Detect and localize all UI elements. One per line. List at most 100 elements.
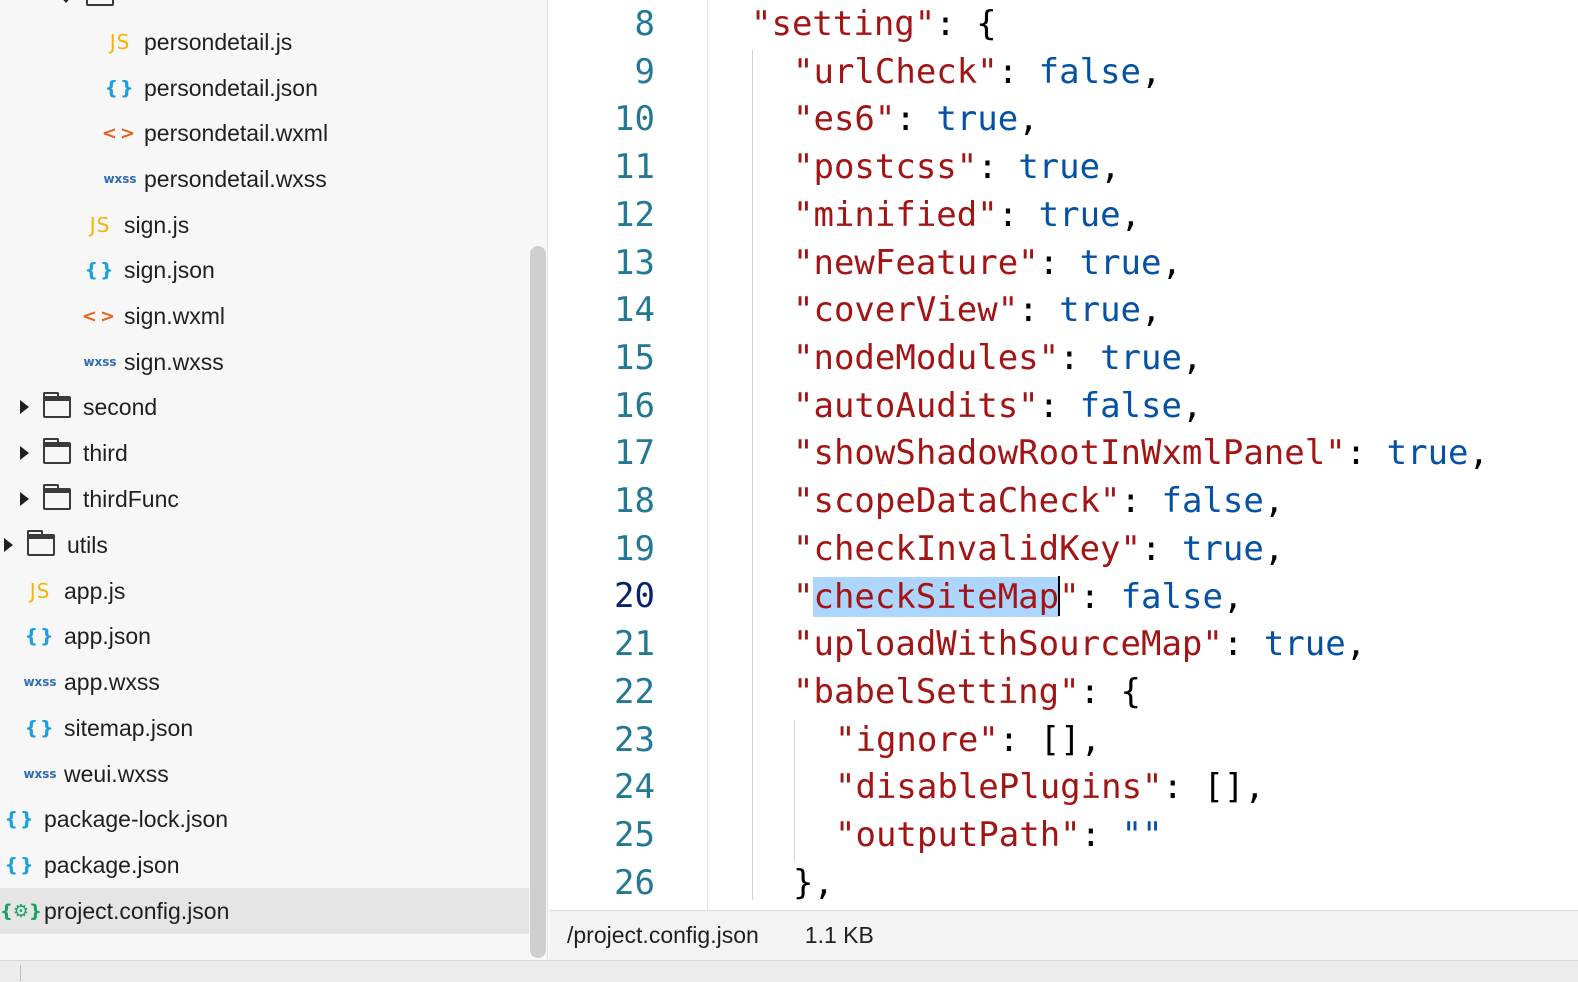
tree-file[interactable]: JS app.js — [0, 568, 529, 614]
code-token: : { — [1079, 671, 1141, 712]
code-line[interactable]: 13 "newFeature": true, — [549, 239, 1578, 287]
code-line[interactable]: 26}, — [549, 859, 1578, 907]
js-file-icon: JS — [29, 579, 51, 603]
code-line[interactable]: 25 "outputPath": "" — [549, 811, 1578, 859]
code-line[interactable]: 23 "ignore": [], — [549, 716, 1578, 764]
code-token: : — [1141, 528, 1182, 569]
line-number: 22 — [614, 671, 655, 712]
tree-item-label: second — [83, 393, 158, 420]
folder-icon — [43, 438, 71, 464]
tree-folder-third[interactable]: third — [0, 430, 529, 476]
code-line[interactable]: 10 "es6": true, — [549, 95, 1578, 143]
chevron-right-icon[interactable] — [20, 492, 29, 506]
code-token: , — [1263, 481, 1285, 521]
code-token: , — [1141, 290, 1162, 331]
tree-file[interactable]: {} sign.json — [0, 247, 529, 293]
status-bar: /project.config.json 1.1 KB — [549, 910, 1578, 960]
line-number: 14 — [614, 290, 655, 331]
tree-file[interactable]: {} app.json — [0, 613, 529, 659]
tree-folder-thirdFunc[interactable]: thirdFunc — [0, 476, 529, 522]
code-line[interactable]: 8 "setting": { — [549, 0, 1578, 48]
code-text: "setting": { — [751, 4, 997, 44]
tree-file[interactable]: {} sitemap.json — [0, 705, 529, 751]
code-line[interactable]: 16 "autoAudits": false, — [549, 382, 1578, 430]
tree-file[interactable]: JS sign.js — [0, 202, 529, 248]
tree-file[interactable]: {⚙} project.config.json — [0, 888, 529, 934]
code-line[interactable]: 18 "scopeDataCheck": false, — [549, 477, 1578, 525]
explorer-scrollbar[interactable] — [530, 246, 546, 958]
config-file-icon: {⚙} — [0, 900, 42, 922]
tree-file[interactable]: {} package.json — [0, 842, 529, 888]
json-file-icon: {} — [104, 77, 136, 99]
code-token: }, — [793, 862, 834, 903]
json-file-icon: {} — [24, 717, 56, 739]
code-token: : — [977, 147, 1019, 188]
code-token: "babelSetting" — [793, 671, 1080, 712]
line-number: 20 — [614, 576, 655, 617]
tree-file[interactable]: <> sign.wxml — [0, 293, 529, 339]
code-line[interactable]: 9 "urlCheck": false, — [549, 48, 1578, 96]
code-text: "urlCheck": false, — [793, 52, 1162, 92]
tree-item-label: app.json — [64, 622, 151, 649]
code-token: " — [793, 577, 814, 618]
code-line[interactable]: 15 "nodeModules": true, — [549, 334, 1578, 382]
code-token: false — [1120, 577, 1223, 618]
code-token: , — [1120, 194, 1142, 235]
tree-file[interactable]: wxss weui.wxss — [0, 751, 529, 797]
code-line[interactable]: 12 "minified": true, — [549, 191, 1578, 239]
line-number: 16 — [614, 385, 655, 426]
tree-item-label: app.js — [64, 577, 126, 604]
code-token: : — [1222, 624, 1264, 665]
line-number: 24 — [614, 767, 655, 808]
code-line[interactable]: 19 "checkInvalidKey": true, — [549, 525, 1578, 573]
tree-item-label: app.wxss — [64, 668, 160, 695]
chevron-right-icon[interactable] — [4, 538, 13, 552]
tree-file[interactable]: {} persondetail.json — [0, 65, 529, 111]
tree-file[interactable]: wxss app.wxss — [0, 659, 529, 705]
code-token: "" — [1121, 814, 1163, 855]
code-editor[interactable]: 8 "setting": {9 "urlCheck": false, 10 "es6":… — [549, 0, 1578, 910]
code-line[interactable]: 24 "disablePlugins": [], — [549, 763, 1578, 811]
code-token: : — [1120, 481, 1162, 521]
tree-file[interactable]: {} package-lock.json — [0, 796, 529, 842]
code-token: false — [1161, 481, 1264, 521]
line-number: 17 — [614, 433, 655, 474]
tree-file[interactable]: <> persondetail.wxml — [0, 110, 529, 156]
code-token: "minified" — [793, 194, 998, 235]
chevron-right-icon[interactable] — [20, 400, 29, 414]
code-line[interactable]: 20 "checkSiteMap": false, — [549, 572, 1578, 620]
code-token: : [], — [998, 719, 1102, 760]
code-token: : [], — [1162, 767, 1265, 808]
tree-file[interactable]: wxss persondetail.wxss — [0, 156, 529, 202]
code-token: , — [1100, 147, 1121, 188]
chevron-right-icon[interactable] — [20, 446, 29, 460]
code-text: "ignore": [], — [835, 720, 1101, 760]
code-line[interactable]: 11 "postcss": true, — [549, 143, 1578, 191]
tree-folder-utils[interactable]: utils — [0, 522, 529, 568]
chevron-down-icon[interactable] — [60, 0, 72, 3]
code-token: : — [997, 194, 1039, 235]
code-text: "postcss": true, — [793, 147, 1121, 187]
tree-folder-second[interactable]: second — [0, 384, 529, 430]
code-text: "newFeature": true, — [793, 243, 1182, 283]
code-token: "showShadowRootInWxmlPanel" — [793, 433, 1346, 474]
line-number: 9 — [634, 51, 655, 92]
tree-item-label: persondetail.js — [144, 28, 293, 55]
status-file-path: /project.config.json — [567, 922, 759, 948]
code-token: , — [1263, 528, 1285, 569]
code-line[interactable]: 14 "coverView": true, — [549, 286, 1578, 334]
code-token: , — [1181, 337, 1203, 378]
code-text: "checkInvalidKey": true, — [793, 529, 1284, 569]
code-line[interactable]: 21 "uploadWithSourceMap": true, — [549, 620, 1578, 668]
tree-item-label: package.json — [44, 851, 180, 878]
code-token: : — [1038, 242, 1080, 283]
code-line[interactable]: 17 "showShadowRootInWxmlPanel": true, — [549, 429, 1578, 477]
tree-file[interactable]: wxss sign.wxss — [0, 339, 529, 385]
tree-file[interactable]: JS persondetail.js — [0, 19, 529, 65]
code-line[interactable]: 22 "babelSetting": { — [549, 668, 1578, 716]
wxml-file-icon: <> — [101, 122, 139, 144]
line-number: 12 — [614, 194, 655, 235]
line-number: 11 — [614, 147, 655, 188]
file-explorer: JS persondetail.js{} persondetail.json <> pe… — [0, 0, 548, 962]
code-text: "checkSiteMap": false, — [793, 576, 1243, 618]
